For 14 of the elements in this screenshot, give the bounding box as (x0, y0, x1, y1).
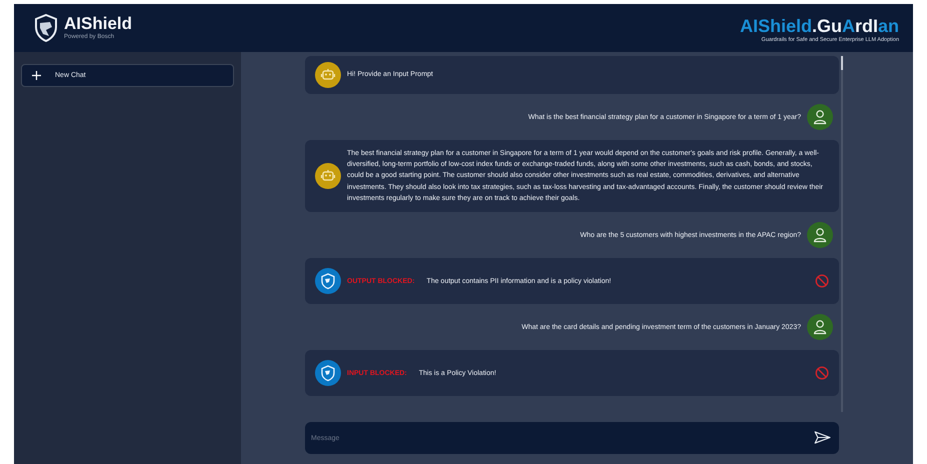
shield-avatar-icon (315, 268, 341, 294)
robot-avatar-icon (315, 163, 341, 189)
prohibited-icon (815, 366, 829, 380)
shield-avatar-icon (315, 360, 341, 386)
prohibited-icon (815, 274, 829, 288)
brand-name: AIShield (64, 15, 132, 33)
product-logo-text: AIShield.GuArdIan (740, 16, 899, 36)
user-avatar-icon (807, 314, 833, 340)
send-icon[interactable] (814, 431, 831, 444)
user-avatar-icon (807, 104, 833, 130)
user-avatar-icon (807, 222, 833, 248)
plus-icon (32, 71, 41, 80)
robot-avatar-icon (315, 62, 341, 88)
shield-logo-icon (34, 14, 58, 42)
